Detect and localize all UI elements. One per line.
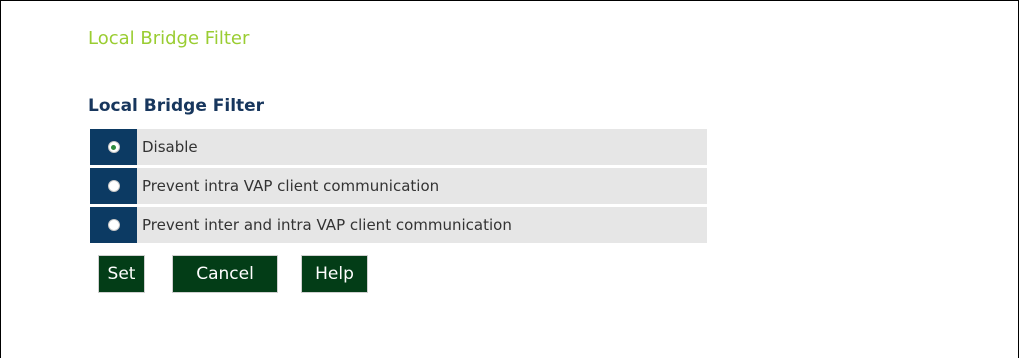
radio-cell[interactable] (90, 207, 137, 243)
radio-disable[interactable] (107, 141, 120, 153)
help-button[interactable]: Help (301, 255, 368, 293)
page-title: Local Bridge Filter (88, 28, 250, 49)
section-title: Local Bridge Filter (88, 96, 265, 116)
radio-cell[interactable] (90, 168, 137, 204)
radio-prevent-intra[interactable] (107, 180, 120, 192)
option-row-prevent-inter-intra[interactable]: Prevent inter and intra VAP client commu… (90, 207, 707, 243)
set-button[interactable]: Set (98, 255, 145, 293)
radio-prevent-inter-intra[interactable] (107, 219, 120, 231)
page-frame: Local Bridge Filter Local Bridge Filter … (0, 0, 1019, 358)
option-row-prevent-intra[interactable]: Prevent intra VAP client communication (90, 168, 707, 204)
radio-cell[interactable] (90, 129, 137, 165)
radio-selected-dot-icon (111, 144, 116, 150)
option-label: Disable (137, 129, 707, 165)
filter-options: Disable Prevent intra VAP client communi… (90, 129, 707, 246)
option-label: Prevent intra VAP client communication (137, 168, 707, 204)
option-row-disable[interactable]: Disable (90, 129, 707, 165)
option-label: Prevent inter and intra VAP client commu… (137, 207, 707, 243)
cancel-button[interactable]: Cancel (172, 255, 278, 293)
